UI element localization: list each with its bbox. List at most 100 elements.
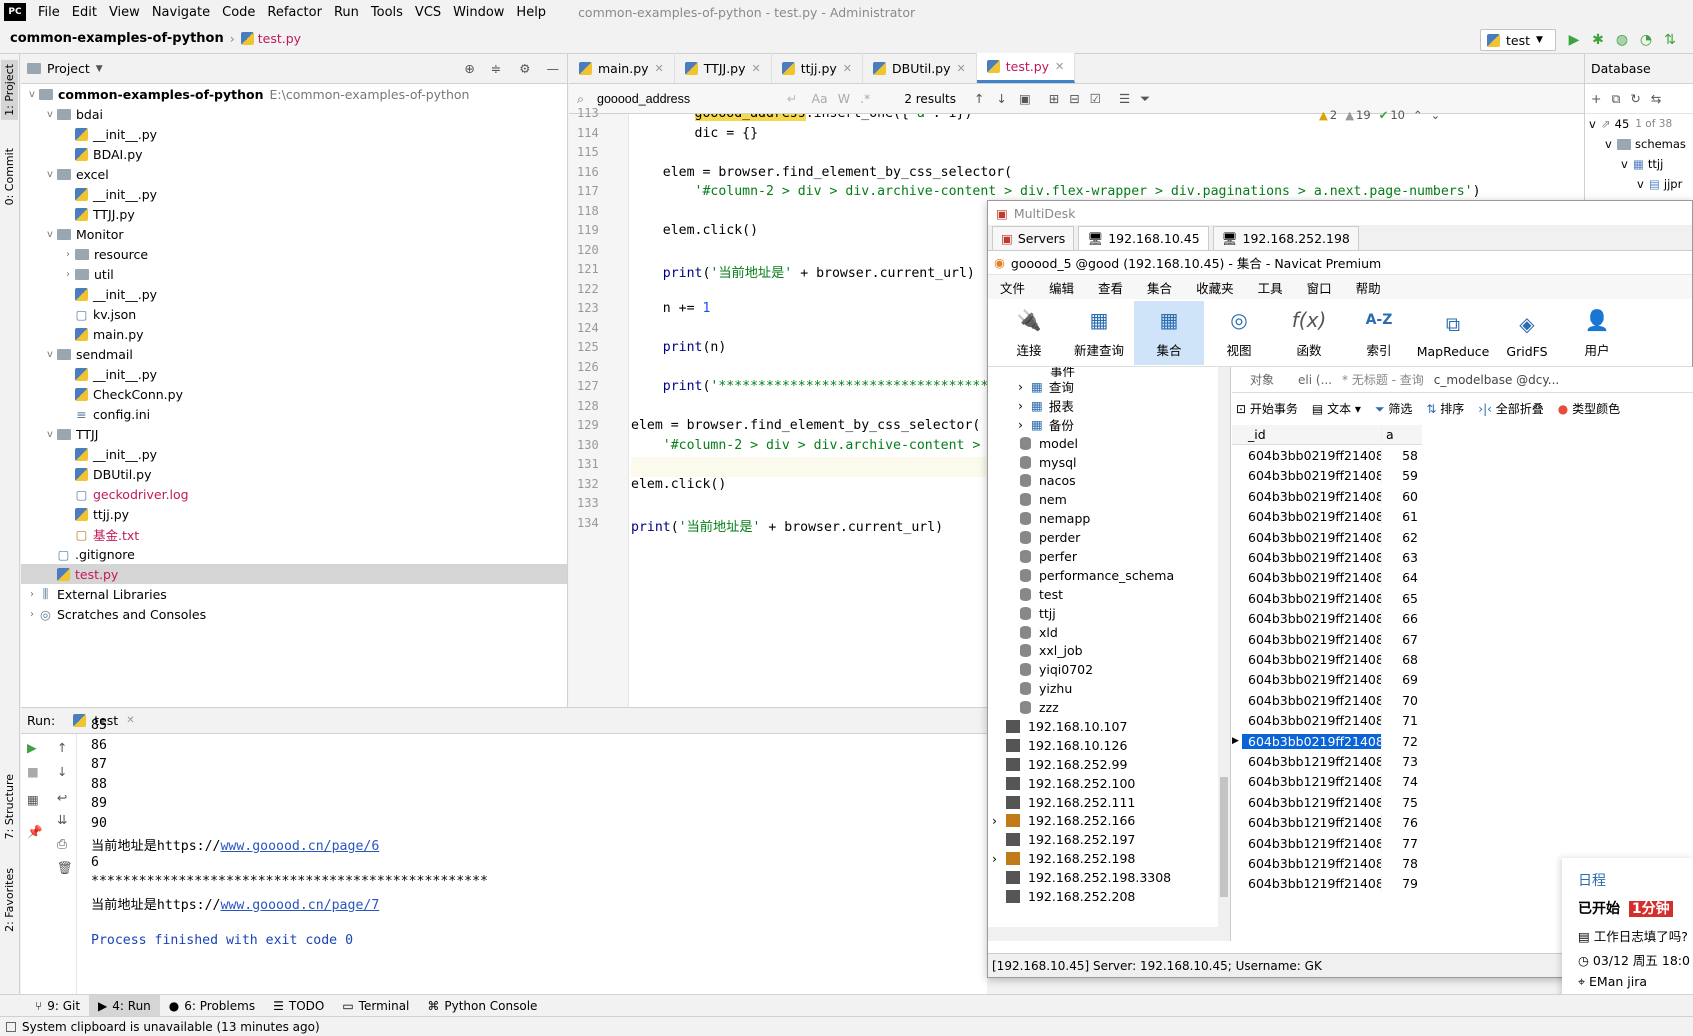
menu-edit[interactable]: Edit xyxy=(66,5,103,20)
table-row[interactable]: 604b3bb1219ff21408825(78 xyxy=(1232,853,1422,873)
cell-a[interactable]: 65 xyxy=(1382,591,1422,606)
tree-item[interactable]: __init__.py xyxy=(21,284,567,304)
close-icon[interactable]: ✕ xyxy=(752,62,761,75)
menu-vcs[interactable]: VCS xyxy=(409,5,447,20)
navicat-menu-favorites[interactable]: 收藏夹 xyxy=(1184,278,1246,297)
tree-item[interactable]: test.py xyxy=(21,564,567,584)
table-row[interactable]: 604b3bb0219ff21408825(67 xyxy=(1232,629,1422,649)
tree-item[interactable]: › ⫼ External Libraries xyxy=(21,584,567,604)
chevron-down-icon[interactable]: v xyxy=(43,429,57,440)
cell-a[interactable]: 59 xyxy=(1382,468,1422,483)
regex-toggle[interactable]: .* xyxy=(860,91,870,106)
cell-id[interactable]: 604b3bb0219ff21408825( xyxy=(1242,672,1382,688)
navicat-tree-item[interactable]: nem xyxy=(988,490,1230,509)
filter-button[interactable]: ⏷ 筛选 xyxy=(1375,400,1412,417)
editor-tab[interactable]: ttjj.py ✕ xyxy=(772,53,863,83)
tree-item[interactable]: › util xyxy=(21,264,567,284)
cell-a[interactable]: 63 xyxy=(1382,550,1422,565)
tool-view[interactable]: ◎ 视图 xyxy=(1204,301,1274,365)
arrow-down-icon[interactable]: ↓ xyxy=(57,764,67,779)
cell-a[interactable]: 60 xyxy=(1382,489,1422,504)
table-row[interactable]: 604b3bb1219ff21408825(73 xyxy=(1232,751,1422,771)
cell-a[interactable]: 66 xyxy=(1382,611,1422,626)
hide-icon[interactable]: — xyxy=(547,61,560,76)
chevron-right-icon[interactable]: › xyxy=(1018,398,1023,413)
tree-item[interactable]: ▢ .gitignore xyxy=(21,544,567,564)
collapse-all-button[interactable]: ›|‹ 全部折叠 xyxy=(1478,400,1543,417)
chevron-down-icon[interactable]: v xyxy=(43,169,57,180)
table-row[interactable]: 604b3bb1219ff21408825(79 xyxy=(1232,874,1422,894)
arrow-up-icon[interactable]: ↑ xyxy=(974,91,984,106)
close-icon[interactable]: ✕ xyxy=(126,715,134,726)
tree-item[interactable]: BDAI.py xyxy=(21,144,567,164)
inspection-widget[interactable]: ▲ 2 ▲ 19 ✔ 10 ⌃ ⌄ xyxy=(1319,108,1440,122)
tool-gridfs[interactable]: ◈ GridFS xyxy=(1492,301,1562,365)
gear-icon[interactable]: ⚙ xyxy=(519,61,530,76)
begin-transaction-button[interactable]: ⊡ 开始事务 xyxy=(1236,400,1298,417)
tree-item[interactable]: ▢ geckodriver.log xyxy=(21,484,567,504)
chevron-down-icon[interactable]: v xyxy=(43,349,57,360)
arrow-down-icon[interactable]: ↓ xyxy=(996,91,1006,106)
navicat-tree-item[interactable]: perfer xyxy=(988,547,1230,566)
tool-index[interactable]: A-Z 索引 xyxy=(1344,301,1414,365)
code-line[interactable]: elem.click() xyxy=(631,223,758,238)
cell-a[interactable]: 78 xyxy=(1382,856,1422,871)
menu-refactor[interactable]: Refactor xyxy=(261,5,328,20)
code-line[interactable]: print('当前地址是' + browser.current_url) xyxy=(631,516,943,535)
navicat-tree-item[interactable]: model xyxy=(988,434,1230,453)
cell-id[interactable]: 604b3bb0219ff21408825( xyxy=(1242,651,1382,667)
tree-item[interactable]: ▢ kv.json xyxy=(21,304,567,324)
bottom-tab[interactable]: ▶ 4: Run xyxy=(89,994,160,1017)
tab-servers[interactable]: ▣ Servers xyxy=(992,226,1075,250)
navicat-tree-item[interactable]: 192.168.252.208 xyxy=(988,887,1230,906)
table-row[interactable]: 604b3bb0219ff21408825(58 xyxy=(1232,445,1422,465)
navicat-tree-item[interactable]: yizhu xyxy=(988,679,1230,698)
cell-id[interactable]: 604b3bb1219ff21408825( xyxy=(1242,753,1382,769)
chevron-right-icon[interactable]: › xyxy=(25,609,39,620)
tree-root[interactable]: v common-examples-of-python E:\common-ex… xyxy=(21,84,567,104)
chevron-down-icon[interactable]: v xyxy=(25,89,39,100)
text-button[interactable]: ▤ 文本 ▾ xyxy=(1312,400,1361,417)
tree-hscrollbar[interactable] xyxy=(988,927,1230,941)
run-config-dropdown[interactable]: test ▼ xyxy=(1480,29,1556,51)
table-row[interactable]: 604b3bb1219ff21408825(74 xyxy=(1232,772,1422,792)
chevron-right-icon[interactable]: › xyxy=(25,589,39,600)
menu-run[interactable]: Run xyxy=(328,5,365,20)
profile-icon[interactable]: ◔ xyxy=(1638,32,1654,48)
cell-a[interactable]: 74 xyxy=(1382,774,1422,789)
editor-tab[interactable]: main.py ✕ xyxy=(569,53,675,83)
tool-collection[interactable]: ▦ 集合 xyxy=(1134,300,1204,365)
tree-item[interactable]: __init__.py xyxy=(21,364,567,384)
navicat-menu-collection[interactable]: 集合 xyxy=(1135,278,1184,297)
schema-icon[interactable]: ⇆ xyxy=(1651,91,1661,106)
chevron-up-icon[interactable]: ⌃ xyxy=(1413,108,1423,122)
code-line[interactable]: print('当前地址是' + browser.current_url) xyxy=(631,262,975,281)
tool-mapreduce[interactable]: ⧉ MapReduce xyxy=(1414,301,1492,365)
scroll-to-end-icon[interactable]: ⇊ xyxy=(57,812,67,827)
tree-item[interactable]: › resource xyxy=(21,244,567,264)
navicat-tree-item[interactable]: 192.168.252.197 xyxy=(988,830,1230,849)
table-row[interactable]: 604b3bb0219ff21408825(70 xyxy=(1232,690,1422,710)
soft-wrap-icon[interactable]: ↩ xyxy=(57,790,67,805)
cell-a[interactable]: 67 xyxy=(1382,632,1422,647)
project-panel-title[interactable]: Project xyxy=(47,61,90,76)
tool-new-query[interactable]: ▦ 新建查询 xyxy=(1064,301,1134,365)
menu-view[interactable]: View xyxy=(103,5,146,20)
cell-id[interactable]: 604b3bb0219ff21408825( xyxy=(1242,509,1382,525)
tool-tab-structure[interactable]: 7: Structure xyxy=(1,770,18,843)
cell-a[interactable]: 71 xyxy=(1382,713,1422,728)
tool-function[interactable]: f(x) 函数 xyxy=(1274,301,1344,365)
filter-list-icon[interactable]: ☰ xyxy=(1119,91,1130,106)
navicat-tree-item[interactable]: test xyxy=(988,585,1230,604)
close-icon[interactable]: ✕ xyxy=(843,62,852,75)
rerun-icon[interactable]: ▶ xyxy=(27,740,37,755)
bottom-tab[interactable]: ⑂ 9: Git xyxy=(26,995,89,1017)
remove-occurrence-icon[interactable]: ⊟ xyxy=(1069,91,1079,106)
tree-item[interactable]: DBUtil.py xyxy=(21,464,567,484)
editor-tab[interactable]: DBUtil.py ✕ xyxy=(863,53,977,83)
cell-id[interactable]: 604b3bb0219ff21408825( xyxy=(1242,713,1382,729)
close-icon[interactable]: ✕ xyxy=(655,62,664,75)
code-line[interactable]: elem.click() xyxy=(631,477,726,492)
select-all-occurrences-icon[interactable]: ☑ xyxy=(1090,91,1101,106)
cell-id[interactable]: 604b3bb0219ff21408825( xyxy=(1242,550,1382,566)
